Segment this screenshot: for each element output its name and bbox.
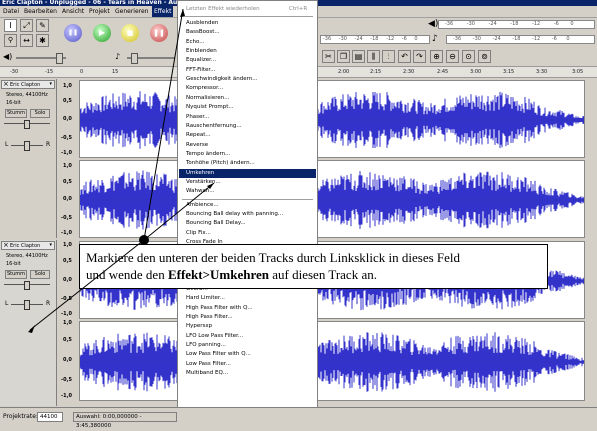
callout-anchor-dot [139, 235, 149, 245]
arrowhead [28, 325, 35, 333]
selection-readout: Auswahl: 0:00,000000 - 3:45,380000 [73, 412, 177, 429]
statusbar: Projektrate: 44100 Auswahl: 0:00,000000 … [0, 407, 597, 429]
project-rate-select[interactable]: 44100 [37, 412, 63, 422]
annotation-arrows [28, 8, 215, 333]
arrow-to-umkehren [143, 182, 215, 241]
arrow-to-track-panel [29, 239, 145, 331]
arrow-to-effect-menu [143, 8, 184, 241]
project-rate-label: Projektrate: [3, 413, 38, 420]
